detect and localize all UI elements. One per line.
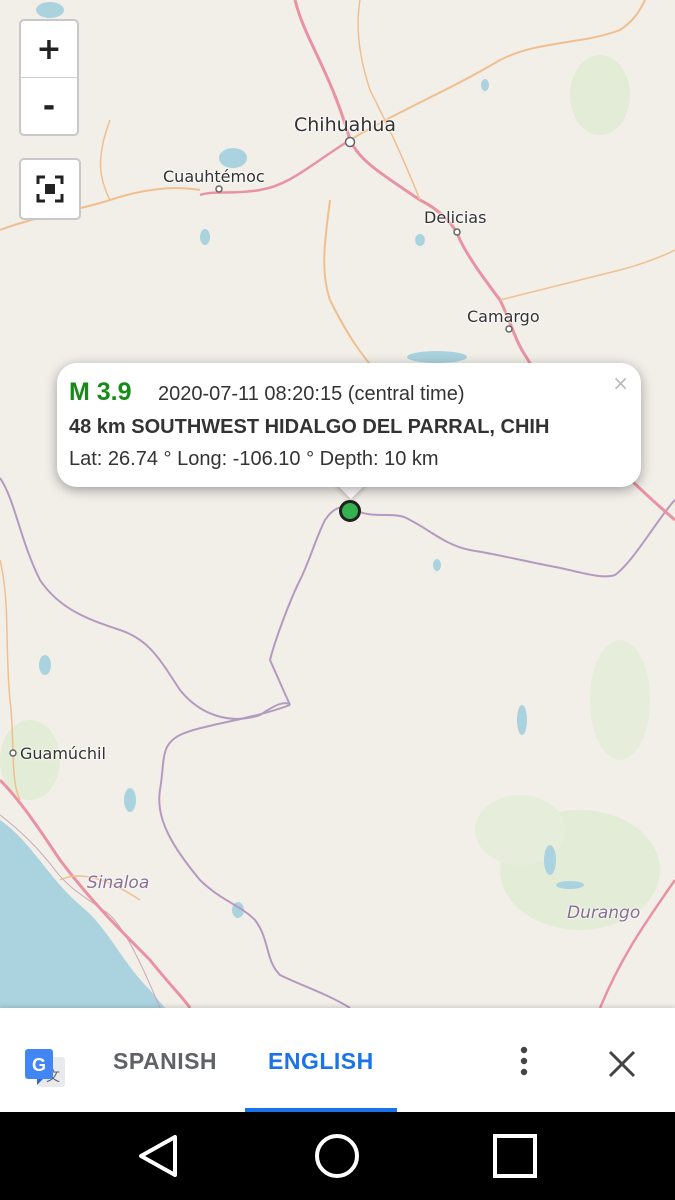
close-icon[interactable]	[606, 1048, 638, 1080]
fullscreen-icon	[36, 175, 64, 203]
home-circle-icon[interactable]	[277, 1112, 397, 1200]
city-label: Cuauhtémoc	[163, 167, 265, 186]
map-view[interactable]: Chihuahua Cuauhtémoc Delicias Camargo Gu…	[0, 0, 675, 1008]
earthquake-popup: M 3.9 2020-07-11 08:20:15 (central time)…	[57, 363, 641, 487]
more-vert-icon[interactable]	[512, 1043, 536, 1083]
zoom-in-button[interactable]: +	[21, 21, 77, 77]
svg-text:G: G	[32, 1055, 46, 1075]
popup-close-button[interactable]: ×	[612, 371, 629, 395]
zoom-out-button[interactable]: -	[21, 78, 77, 134]
event-time: 2020-07-11 08:20:15 (central time)	[158, 383, 465, 405]
state-label: Sinaloa	[87, 873, 150, 893]
map-base-layer	[0, 0, 675, 1008]
google-translate-icon: 文 G	[23, 1047, 67, 1091]
recents-square-icon[interactable]	[455, 1112, 575, 1200]
event-location: 48 km SOUTHWEST HIDALGO DEL PARRAL, CHIH	[69, 416, 550, 438]
back-triangle-icon[interactable]	[98, 1112, 218, 1200]
event-coordinates: Lat: 26.74 ° Long: -106.10 ° Depth: 10 k…	[69, 448, 439, 470]
city-label: Delicias	[424, 208, 487, 227]
city-label: Chihuahua	[294, 114, 397, 136]
earthquake-marker[interactable]	[339, 500, 361, 522]
translate-bar: 文 G SPANISH ENGLISH	[0, 1008, 675, 1112]
state-label: Durango	[567, 903, 641, 923]
fullscreen-button[interactable]	[19, 158, 81, 220]
city-label: Guamúchil	[20, 744, 106, 763]
source-language-tab[interactable]: SPANISH	[113, 1048, 217, 1075]
zoom-control: + -	[19, 19, 79, 136]
magnitude-label: M 3.9	[69, 378, 132, 406]
city-label: Camargo	[467, 307, 540, 326]
system-navigation-bar	[0, 1112, 675, 1200]
target-language-tab[interactable]: ENGLISH	[268, 1048, 374, 1075]
